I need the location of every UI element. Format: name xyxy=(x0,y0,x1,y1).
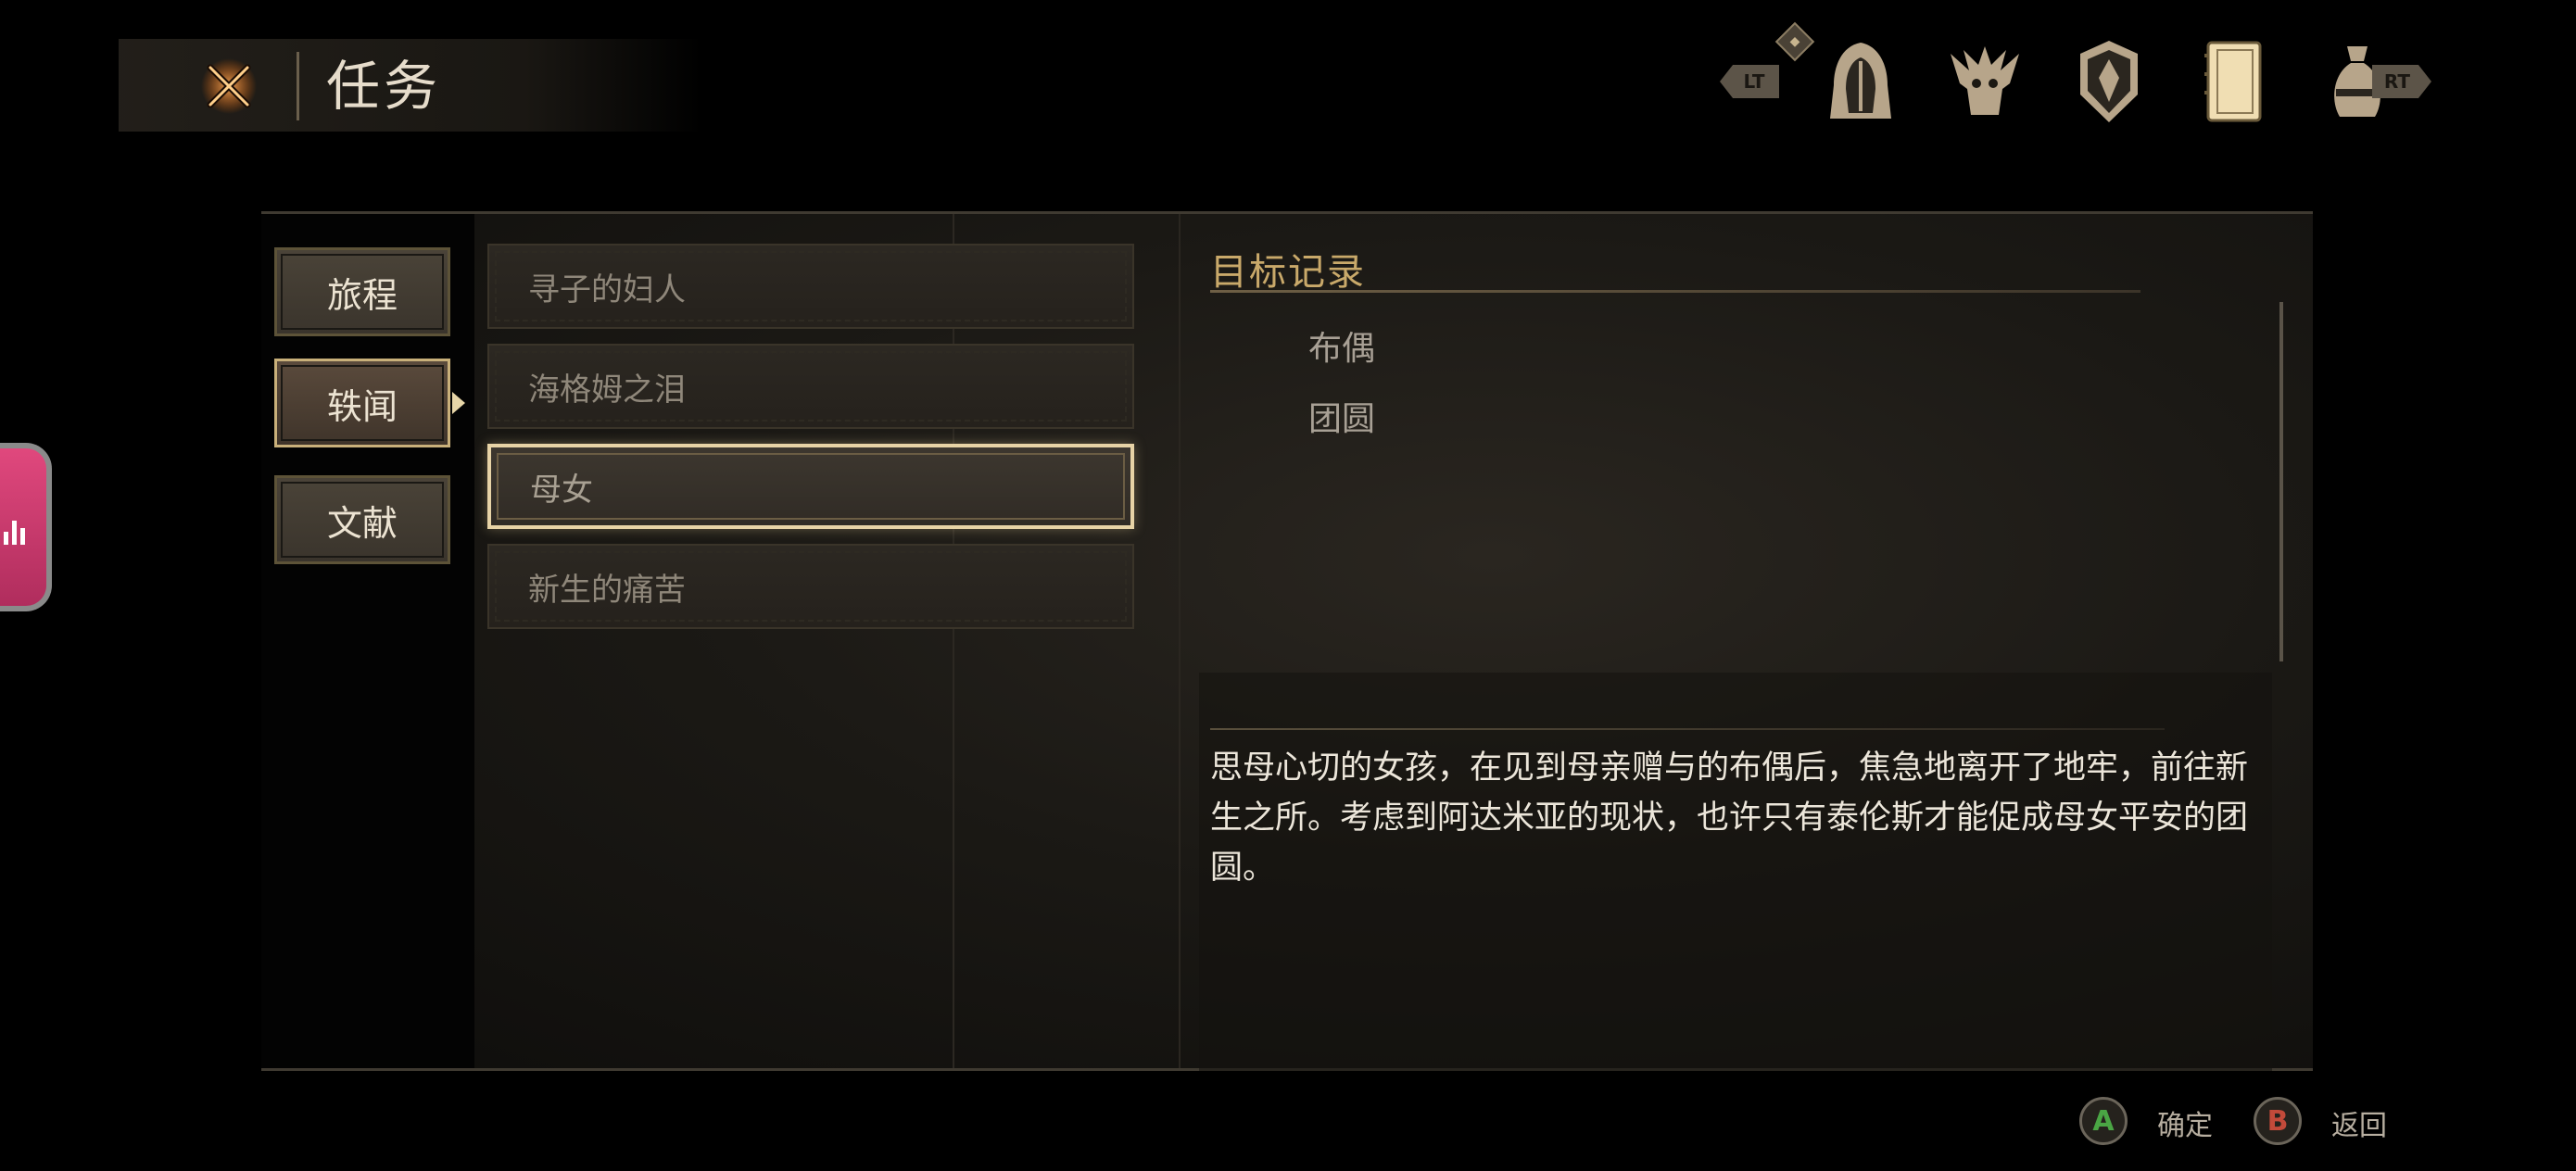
journal-book-icon[interactable] xyxy=(2189,37,2278,126)
objective-divider xyxy=(1210,290,2140,293)
floating-widget-body[interactable] xyxy=(0,448,46,606)
category-rumors-button[interactable]: 轶闻 xyxy=(274,359,450,447)
emblem-shield-icon[interactable] xyxy=(2065,37,2153,126)
rt-bumper-button[interactable]: RT xyxy=(2372,65,2431,98)
objective-scrollbar[interactable] xyxy=(2279,302,2283,661)
header-divider xyxy=(297,52,299,120)
active-category-arrow-icon xyxy=(452,392,465,414)
description-divider xyxy=(1210,728,2165,730)
a-button-icon[interactable]: A xyxy=(2079,1097,2128,1145)
category-documents-button[interactable]: 文献 xyxy=(274,475,450,564)
objective-item: 布偶 xyxy=(1308,330,1376,368)
quest-list: 寻子的妇人 海格姆之泪 母女 新生的痛苦 xyxy=(473,214,1134,1068)
quest-description-box: 思母心切的女孩，在见到母亲赠与的布偶后，焦急地离开了地牢，前往新生之所。考虑到阿… xyxy=(1199,673,2272,1071)
category-journey-button[interactable]: 旅程 xyxy=(274,247,450,336)
b-button-icon[interactable]: B xyxy=(2254,1097,2302,1145)
hooded-knight-icon[interactable] xyxy=(1816,37,1905,126)
quest-item-selected[interactable]: 母女 xyxy=(487,444,1134,529)
floating-assistant-widget[interactable] xyxy=(0,443,52,611)
lt-bumper-button[interactable]: LT xyxy=(1720,65,1779,98)
top-tab-bar: LT ◆ RT xyxy=(1714,21,2446,139)
page-title: 任务 xyxy=(326,55,442,118)
quest-description: 思母心切的女孩，在见到母亲赠与的布偶后，焦急地离开了地牢，前往新生之所。考虑到阿… xyxy=(1210,749,2249,887)
quest-item[interactable]: 寻子的妇人 xyxy=(487,244,1134,329)
category-column xyxy=(261,214,474,1068)
notification-badge: ◆ xyxy=(1774,21,1815,62)
quest-item[interactable]: 海格姆之泪 xyxy=(487,344,1134,429)
demon-skull-icon[interactable] xyxy=(1940,37,2029,126)
badge-mark-icon: ◆ xyxy=(1789,34,1800,49)
back-label[interactable]: 返回 xyxy=(2331,1102,2387,1143)
list-divider xyxy=(1179,214,1181,1068)
page-header: 任务 xyxy=(119,39,702,132)
quest-panel: 旅程 轶闻 文献 寻子的妇人 海格姆之泪 母女 新生的痛苦 目标记录 布偶 团圆… xyxy=(261,211,2313,1071)
objective-item: 团圆 xyxy=(1308,400,1376,438)
objective-log-title: 目标记录 xyxy=(1210,251,1366,294)
confirm-label[interactable]: 确定 xyxy=(2157,1102,2213,1143)
quest-item[interactable]: 新生的痛苦 xyxy=(487,544,1134,629)
crossed-swords-icon[interactable] xyxy=(193,50,265,122)
audio-bars-icon xyxy=(4,515,28,545)
